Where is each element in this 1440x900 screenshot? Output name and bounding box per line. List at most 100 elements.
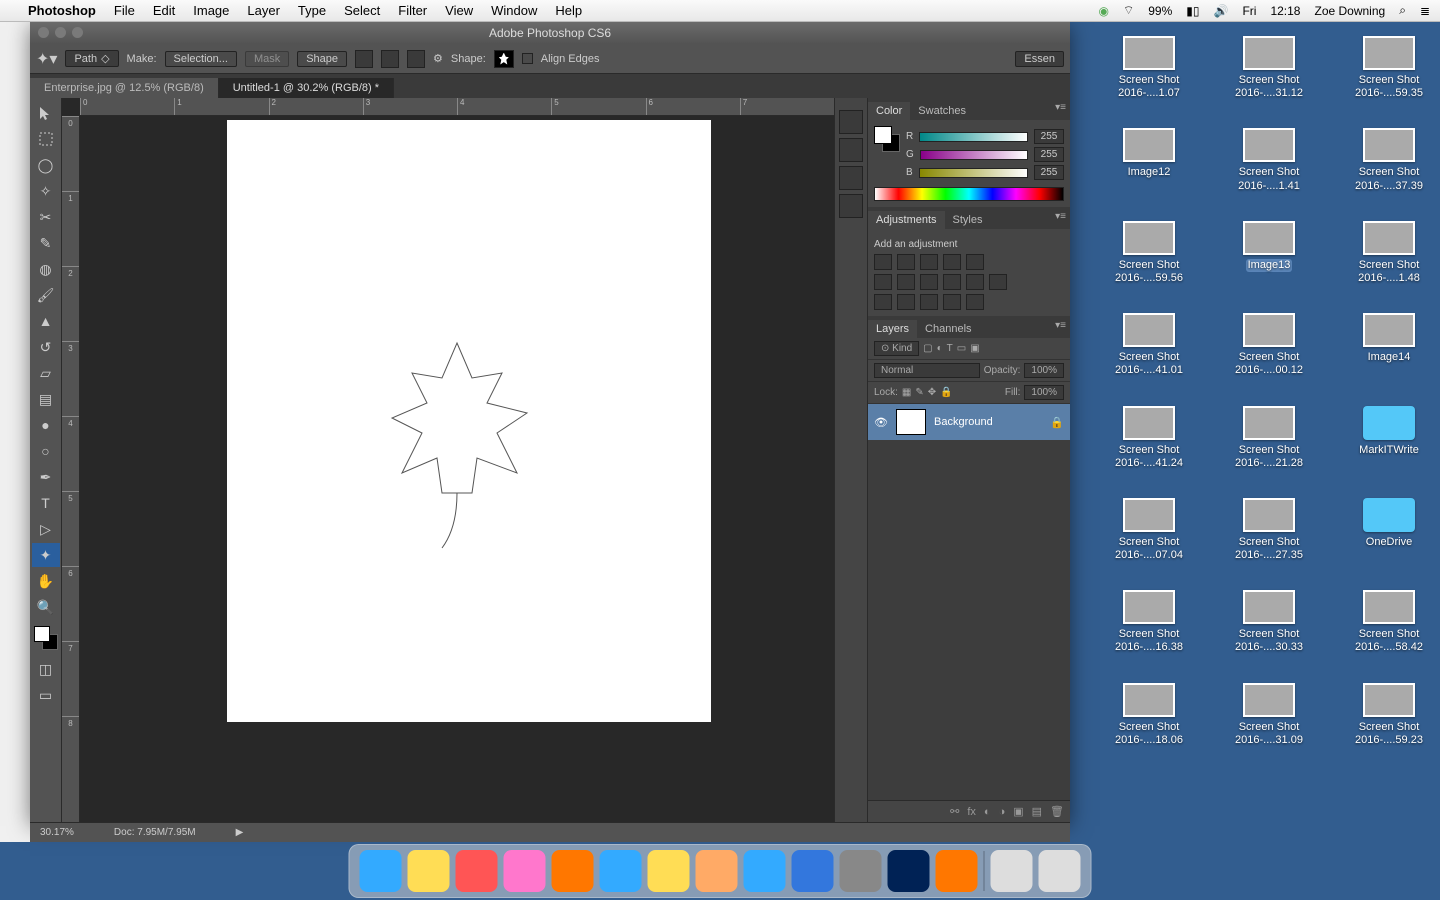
adj-posterize-icon[interactable]: [874, 294, 892, 310]
brush-tool[interactable]: 🖌: [32, 283, 60, 307]
desktop-file[interactable]: Screen Shot 2016-....30.33: [1224, 590, 1314, 654]
window-titlebar[interactable]: Adobe Photoshop CS6: [30, 22, 1070, 44]
lasso-tool[interactable]: ◯: [32, 153, 60, 177]
dock-reminders[interactable]: [696, 850, 738, 892]
eraser-tool[interactable]: ▱: [32, 361, 60, 385]
zoom-readout[interactable]: 30.17%: [40, 827, 74, 838]
zoom-tool[interactable]: 🔍: [32, 595, 60, 619]
panel-menu-icon[interactable]: ▾≡: [1055, 211, 1066, 222]
tab-layers[interactable]: Layers: [868, 320, 917, 338]
dock-firefox[interactable]: [552, 850, 594, 892]
tab-enterprise[interactable]: Enterprise.jpg @ 12.5% (RGB/8): [30, 78, 219, 98]
adj-bw-icon[interactable]: [897, 274, 915, 290]
type-tool[interactable]: T: [32, 491, 60, 515]
healing-tool[interactable]: ◍: [32, 257, 60, 281]
character-panel-icon[interactable]: [839, 166, 863, 190]
user-name[interactable]: Zoe Downing: [1314, 4, 1385, 18]
panel-menu-icon[interactable]: ▾≡: [1055, 102, 1066, 113]
shield-icon[interactable]: ◉: [1098, 4, 1108, 18]
desktop-file[interactable]: OneDrive: [1344, 498, 1434, 562]
adj-exposure-icon[interactable]: [943, 254, 961, 270]
gear-icon[interactable]: ⚙: [433, 52, 443, 65]
desktop-file[interactable]: Screen Shot 2016-....16.38: [1104, 590, 1194, 654]
history-brush-tool[interactable]: ↺: [32, 335, 60, 359]
dock-trash[interactable]: [1039, 850, 1081, 892]
wifi-icon[interactable]: ⌔: [1123, 3, 1134, 18]
adj-levels-icon[interactable]: [897, 254, 915, 270]
desktop-file[interactable]: Screen Shot 2016-....07.04: [1104, 498, 1194, 562]
desktop-file[interactable]: Screen Shot 2016-....27.35: [1224, 498, 1314, 562]
b-slider[interactable]: [919, 168, 1028, 178]
lock-all-icon[interactable]: 🔒: [940, 387, 952, 398]
desktop-file[interactable]: Screen Shot 2016-....58.42: [1344, 590, 1434, 654]
new-layer-icon[interactable]: ▤: [1032, 805, 1042, 818]
battery-text[interactable]: 99%: [1148, 4, 1172, 18]
document-canvas[interactable]: [227, 120, 711, 722]
group-icon[interactable]: ▣: [1013, 805, 1023, 818]
desktop-file[interactable]: Screen Shot 2016-....41.24: [1104, 406, 1194, 470]
filter-adjust-icon[interactable]: ◐: [937, 343, 943, 354]
tool-preset-icon[interactable]: ✦▾: [36, 49, 57, 69]
r-slider[interactable]: [919, 132, 1028, 142]
blur-tool[interactable]: ●: [32, 413, 60, 437]
filter-type-icon[interactable]: T: [947, 343, 953, 354]
menu-help[interactable]: Help: [555, 3, 582, 18]
adj-invert-icon[interactable]: [989, 274, 1007, 290]
stamp-tool[interactable]: ▲: [32, 309, 60, 333]
desktop-file[interactable]: Screen Shot 2016-....21.28: [1224, 406, 1314, 470]
layer-filter-dropdown[interactable]: ⊙ Kind: [874, 341, 919, 356]
dock-itunes[interactable]: [504, 850, 546, 892]
dock-settings[interactable]: [840, 850, 882, 892]
mask-icon[interactable]: ◐: [984, 806, 991, 818]
dock-word[interactable]: [792, 850, 834, 892]
move-tool[interactable]: [32, 101, 60, 125]
menu-edit[interactable]: Edit: [153, 3, 175, 18]
desktop-file[interactable]: Screen Shot 2016-....18.06: [1104, 683, 1194, 747]
clock-day[interactable]: Fri: [1242, 4, 1256, 18]
adj-photofilter-icon[interactable]: [920, 274, 938, 290]
desktop-file[interactable]: Screen Shot 2016-....1.41: [1224, 128, 1314, 192]
crop-tool[interactable]: ✂: [32, 205, 60, 229]
menu-view[interactable]: View: [445, 3, 473, 18]
tab-swatches[interactable]: Swatches: [910, 102, 974, 120]
tab-untitled[interactable]: Untitled-1 @ 30.2% (RGB/8) *: [219, 78, 394, 98]
desktop-file[interactable]: Screen Shot 2016-....00.12: [1224, 313, 1314, 377]
trash-icon[interactable]: 🗑: [1050, 805, 1064, 818]
tab-channels[interactable]: Channels: [917, 320, 979, 338]
adj-lookup-icon[interactable]: [966, 274, 984, 290]
adj-more-icon[interactable]: [966, 294, 984, 310]
lock-trans-icon[interactable]: ▦: [902, 387, 911, 398]
adj-gradient-icon[interactable]: [920, 294, 938, 310]
paragraph-panel-icon[interactable]: [839, 194, 863, 218]
mask-button[interactable]: Mask: [245, 51, 289, 67]
dock-calendar[interactable]: [456, 850, 498, 892]
desktop-file[interactable]: Screen Shot 2016-....1.48: [1344, 221, 1434, 285]
tab-adjustments[interactable]: Adjustments: [868, 211, 945, 229]
dodge-tool[interactable]: ○: [32, 439, 60, 463]
desktop-file[interactable]: Screen Shot 2016-....59.23: [1344, 683, 1434, 747]
desktop-file[interactable]: Screen Shot 2016-....31.12: [1224, 36, 1314, 100]
dock-vlc[interactable]: [936, 850, 978, 892]
properties-panel-icon[interactable]: [839, 138, 863, 162]
layer-row[interactable]: 👁 Background 🔒: [868, 404, 1070, 440]
panel-menu-icon[interactable]: ▾≡: [1055, 320, 1066, 331]
workspace-dropdown[interactable]: Essen: [1015, 51, 1064, 67]
desktop-file[interactable]: Screen Shot 2016-....37.39: [1344, 128, 1434, 192]
spectrum-bar[interactable]: [874, 187, 1064, 201]
menu-image[interactable]: Image: [193, 3, 229, 18]
g-value[interactable]: 255: [1034, 147, 1064, 162]
visibility-icon[interactable]: 👁: [874, 416, 888, 429]
filter-shape-icon[interactable]: ▭: [957, 343, 966, 354]
path-select-tool[interactable]: ▷: [32, 517, 60, 541]
layer-thumbnail[interactable]: [896, 409, 926, 435]
filter-smart-icon[interactable]: ▣: [970, 343, 979, 354]
adj-curves-icon[interactable]: [920, 254, 938, 270]
volume-icon[interactable]: 🔊: [1214, 4, 1229, 18]
fill-input[interactable]: 100%: [1024, 385, 1064, 400]
canvas-area[interactable]: 01234567 012345678: [62, 98, 834, 822]
menu-file[interactable]: File: [114, 3, 135, 18]
desktop-file[interactable]: MarkITWrite: [1344, 406, 1434, 470]
dock-downloads[interactable]: [991, 850, 1033, 892]
menu-extras-icon[interactable]: ≣: [1420, 4, 1430, 18]
color-swatch[interactable]: [34, 626, 58, 650]
